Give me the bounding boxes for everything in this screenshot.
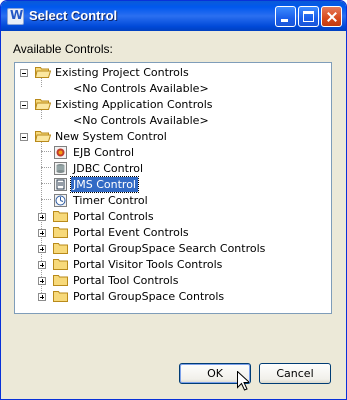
tree-node-label: EJB Control: [73, 146, 134, 159]
collapse-toggle[interactable]: [20, 69, 28, 77]
maximize-button[interactable]: [298, 6, 319, 27]
tree-node-existing-project-controls[interactable]: Existing Project Controls: [15, 65, 331, 80]
window-title: Select Control: [29, 8, 118, 23]
folder-icon: [53, 274, 69, 286]
tree-node-jdbc-control[interactable]: JDBC Control: [15, 161, 331, 176]
tree-node-no-controls[interactable]: <No Controls Available>: [15, 113, 331, 128]
tree-node-portal-tool-controls[interactable]: Portal Tool Controls: [15, 273, 331, 288]
jms-control-icon: [54, 178, 67, 191]
folder-icon: [53, 210, 69, 222]
tree-node-existing-application-controls[interactable]: Existing Application Controls: [15, 97, 331, 112]
tree-node-label: JMS Control: [70, 176, 139, 193]
collapse-toggle[interactable]: [20, 101, 28, 109]
folder-icon: [53, 226, 69, 238]
controls-tree[interactable]: Existing Project Controls <No Controls A…: [14, 62, 332, 314]
tree-node-label: Existing Project Controls: [55, 66, 189, 79]
tree-node-label: Portal Event Controls: [73, 226, 189, 239]
expand-toggle[interactable]: [38, 277, 46, 285]
tree-node-timer-control[interactable]: Timer Control: [15, 193, 331, 208]
available-controls-label: Available Controls:: [13, 42, 113, 56]
maximize-icon: [303, 11, 314, 22]
expand-toggle[interactable]: [38, 293, 46, 301]
open-folder-icon: [35, 130, 51, 142]
tree-node-jms-control[interactable]: JMS Control: [15, 176, 331, 193]
mouse-pointer-icon: [237, 370, 251, 394]
tree-node-portal-groupspace-search-controls[interactable]: Portal GroupSpace Search Controls: [15, 241, 331, 256]
tree-node-label: Portal Tool Controls: [73, 274, 179, 287]
tree-node-label: Portal Controls: [73, 210, 154, 223]
open-folder-icon: [35, 66, 51, 78]
folder-icon: [53, 258, 69, 270]
expand-toggle[interactable]: [38, 245, 46, 253]
tree-node-label: <No Controls Available>: [73, 82, 209, 95]
tree-node-portal-groupspace-controls[interactable]: Portal GroupSpace Controls: [15, 289, 331, 304]
jdbc-control-icon: [54, 162, 67, 175]
tree-node-label: Portal Visitor Tools Controls: [73, 258, 223, 271]
select-control-dialog: Select Control Available Controls: Exist…: [0, 0, 347, 400]
expand-toggle[interactable]: [38, 213, 46, 221]
tree-node-portal-visitor-tools-controls[interactable]: Portal Visitor Tools Controls: [15, 257, 331, 272]
tree-node-label: Timer Control: [73, 194, 148, 207]
workshop-app-icon: [7, 8, 24, 25]
cancel-button[interactable]: Cancel: [259, 363, 331, 384]
tree-node-no-controls[interactable]: <No Controls Available>: [15, 81, 331, 96]
tree-node-label: Existing Application Controls: [55, 98, 213, 111]
ejb-control-icon: [54, 146, 67, 159]
minimize-icon: [281, 19, 288, 22]
title-bar[interactable]: Select Control: [1, 1, 346, 31]
tree-node-label: JDBC Control: [73, 162, 144, 175]
tree-node-label: New System Control: [55, 130, 167, 143]
timer-control-icon: [54, 194, 67, 207]
tree-node-portal-event-controls[interactable]: Portal Event Controls: [15, 225, 331, 240]
tree-node-label: Portal GroupSpace Controls: [73, 290, 225, 303]
tree-node-portal-controls[interactable]: Portal Controls: [15, 209, 331, 224]
tree-node-label: Portal GroupSpace Search Controls: [73, 242, 266, 255]
expand-toggle[interactable]: [38, 229, 46, 237]
folder-icon: [53, 290, 69, 302]
tree-node-label: <No Controls Available>: [73, 114, 209, 127]
tree-node-ejb-control[interactable]: EJB Control: [15, 145, 331, 160]
close-button[interactable]: [321, 6, 342, 27]
folder-icon: [53, 242, 69, 254]
open-folder-icon: [35, 98, 51, 110]
collapse-toggle[interactable]: [20, 133, 28, 141]
tree-node-new-system-control[interactable]: New System Control: [15, 129, 331, 144]
minimize-button[interactable]: [275, 6, 296, 27]
expand-toggle[interactable]: [38, 261, 46, 269]
